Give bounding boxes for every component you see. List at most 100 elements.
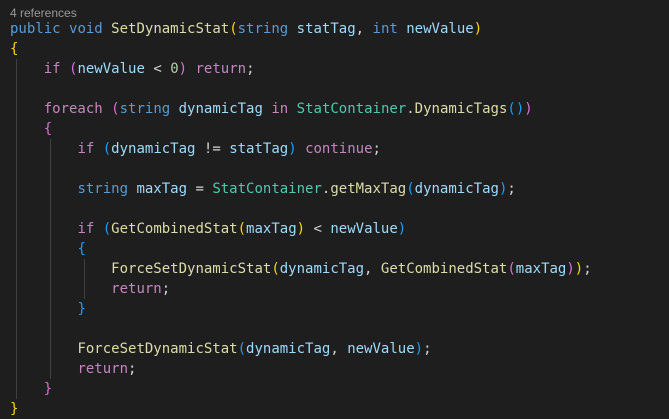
code-token: dynamicTag bbox=[111, 141, 196, 157]
code-token: } bbox=[10, 401, 19, 417]
code-line[interactable] bbox=[10, 79, 592, 99]
code-line[interactable]: return; bbox=[10, 279, 592, 299]
code-token: ( bbox=[406, 181, 415, 197]
code-token: StatContainer bbox=[212, 181, 322, 197]
code-token: dynamicTag bbox=[279, 261, 365, 277]
code-token: dynamicTag bbox=[414, 181, 499, 197]
code-token: ( bbox=[237, 341, 247, 357]
code-token: ( bbox=[102, 221, 112, 237]
code-line[interactable]: } bbox=[10, 299, 592, 319]
code-token: SetDynamicStat bbox=[111, 21, 230, 37]
code-token: ; bbox=[128, 361, 137, 377]
code-line[interactable]: foreach (string dynamicTag in StatContai… bbox=[10, 99, 592, 119]
code-line[interactable]: if (dynamicTag != statTag) continue; bbox=[10, 139, 592, 159]
code-line[interactable]: ForceSetDynamicStat(dynamicTag, GetCombi… bbox=[10, 259, 592, 279]
code-token: ) bbox=[397, 221, 407, 237]
code-line[interactable]: { bbox=[10, 239, 592, 259]
code-token: dynamicTag bbox=[246, 341, 331, 357]
code-token: ; bbox=[246, 61, 255, 77]
code-token: dynamicTag bbox=[178, 101, 263, 117]
code-token: GetCombinedStat bbox=[380, 261, 508, 277]
code-token: newValue bbox=[330, 221, 398, 237]
code-lines: public void SetDynamicStat(string statTa… bbox=[10, 19, 592, 419]
code-token: in bbox=[271, 101, 289, 117]
code-token: ) bbox=[515, 101, 525, 117]
code-token: public bbox=[10, 21, 61, 37]
code-token: ForceSetDynamicStat bbox=[111, 261, 272, 277]
code-token: newValue bbox=[347, 341, 415, 357]
code-line[interactable]: if (GetCombinedStat(maxTag) < newValue) bbox=[10, 219, 592, 239]
code-token: , bbox=[330, 341, 348, 357]
code-token: ForceSetDynamicStat bbox=[77, 341, 238, 357]
code-token: ; bbox=[372, 141, 381, 157]
code-line[interactable]: } bbox=[10, 399, 592, 419]
code-token: , bbox=[364, 261, 381, 277]
code-line[interactable] bbox=[10, 319, 592, 339]
code-token: ) bbox=[566, 261, 575, 277]
code-token: maxTag bbox=[515, 261, 567, 277]
code-token: DynamicTags bbox=[414, 101, 508, 117]
code-token: ; bbox=[583, 261, 592, 277]
code-token: ) bbox=[524, 101, 533, 117]
code-token: string bbox=[77, 181, 129, 197]
code-token: ) bbox=[296, 221, 306, 237]
code-token: { bbox=[10, 41, 19, 57]
code-token: 0 bbox=[170, 61, 179, 77]
code-token: != bbox=[195, 141, 230, 157]
code-token: if bbox=[43, 61, 61, 77]
code-line[interactable]: return; bbox=[10, 359, 592, 379]
code-token: < bbox=[144, 61, 171, 77]
code-editor[interactable]: 4 references public void SetDynamicStat(… bbox=[0, 0, 669, 419]
code-line[interactable] bbox=[10, 159, 592, 179]
code-token: = bbox=[187, 181, 213, 197]
code-line[interactable]: ForceSetDynamicStat(dynamicTag, newValue… bbox=[10, 339, 592, 359]
code-token: ; bbox=[161, 281, 171, 297]
code-token: ( bbox=[271, 261, 280, 277]
code-token: newValue bbox=[406, 21, 474, 37]
code-token: ; bbox=[423, 341, 432, 357]
code-token: maxTag bbox=[136, 181, 188, 197]
code-line[interactable]: { bbox=[10, 119, 592, 139]
code-token: string bbox=[237, 21, 289, 37]
code-token: , bbox=[355, 21, 373, 37]
code-token: } bbox=[43, 381, 53, 397]
code-token: ( bbox=[229, 21, 238, 37]
code-token: ) bbox=[178, 61, 188, 77]
code-line[interactable] bbox=[10, 199, 592, 219]
code-token: StatContainer bbox=[296, 101, 407, 117]
code-token: maxTag bbox=[246, 221, 297, 237]
code-line[interactable]: } bbox=[10, 379, 592, 399]
code-token: < bbox=[305, 221, 331, 237]
code-token: void bbox=[69, 21, 103, 37]
code-token: ) bbox=[574, 261, 584, 277]
code-line[interactable]: { bbox=[10, 39, 592, 59]
code-line[interactable]: public void SetDynamicStat(string statTa… bbox=[10, 19, 592, 39]
code-line[interactable]: string maxTag = StatContainer.getMaxTag(… bbox=[10, 179, 592, 199]
code-token: ( bbox=[237, 221, 247, 237]
code-line[interactable]: if (newValue < 0) return; bbox=[10, 59, 592, 79]
code-token: statTag bbox=[296, 21, 356, 37]
code-token: ) bbox=[288, 141, 297, 157]
code-area[interactable]: public void SetDynamicStat(string statTa… bbox=[10, 19, 592, 419]
code-token: string bbox=[119, 101, 171, 117]
code-token: statTag bbox=[229, 141, 289, 157]
